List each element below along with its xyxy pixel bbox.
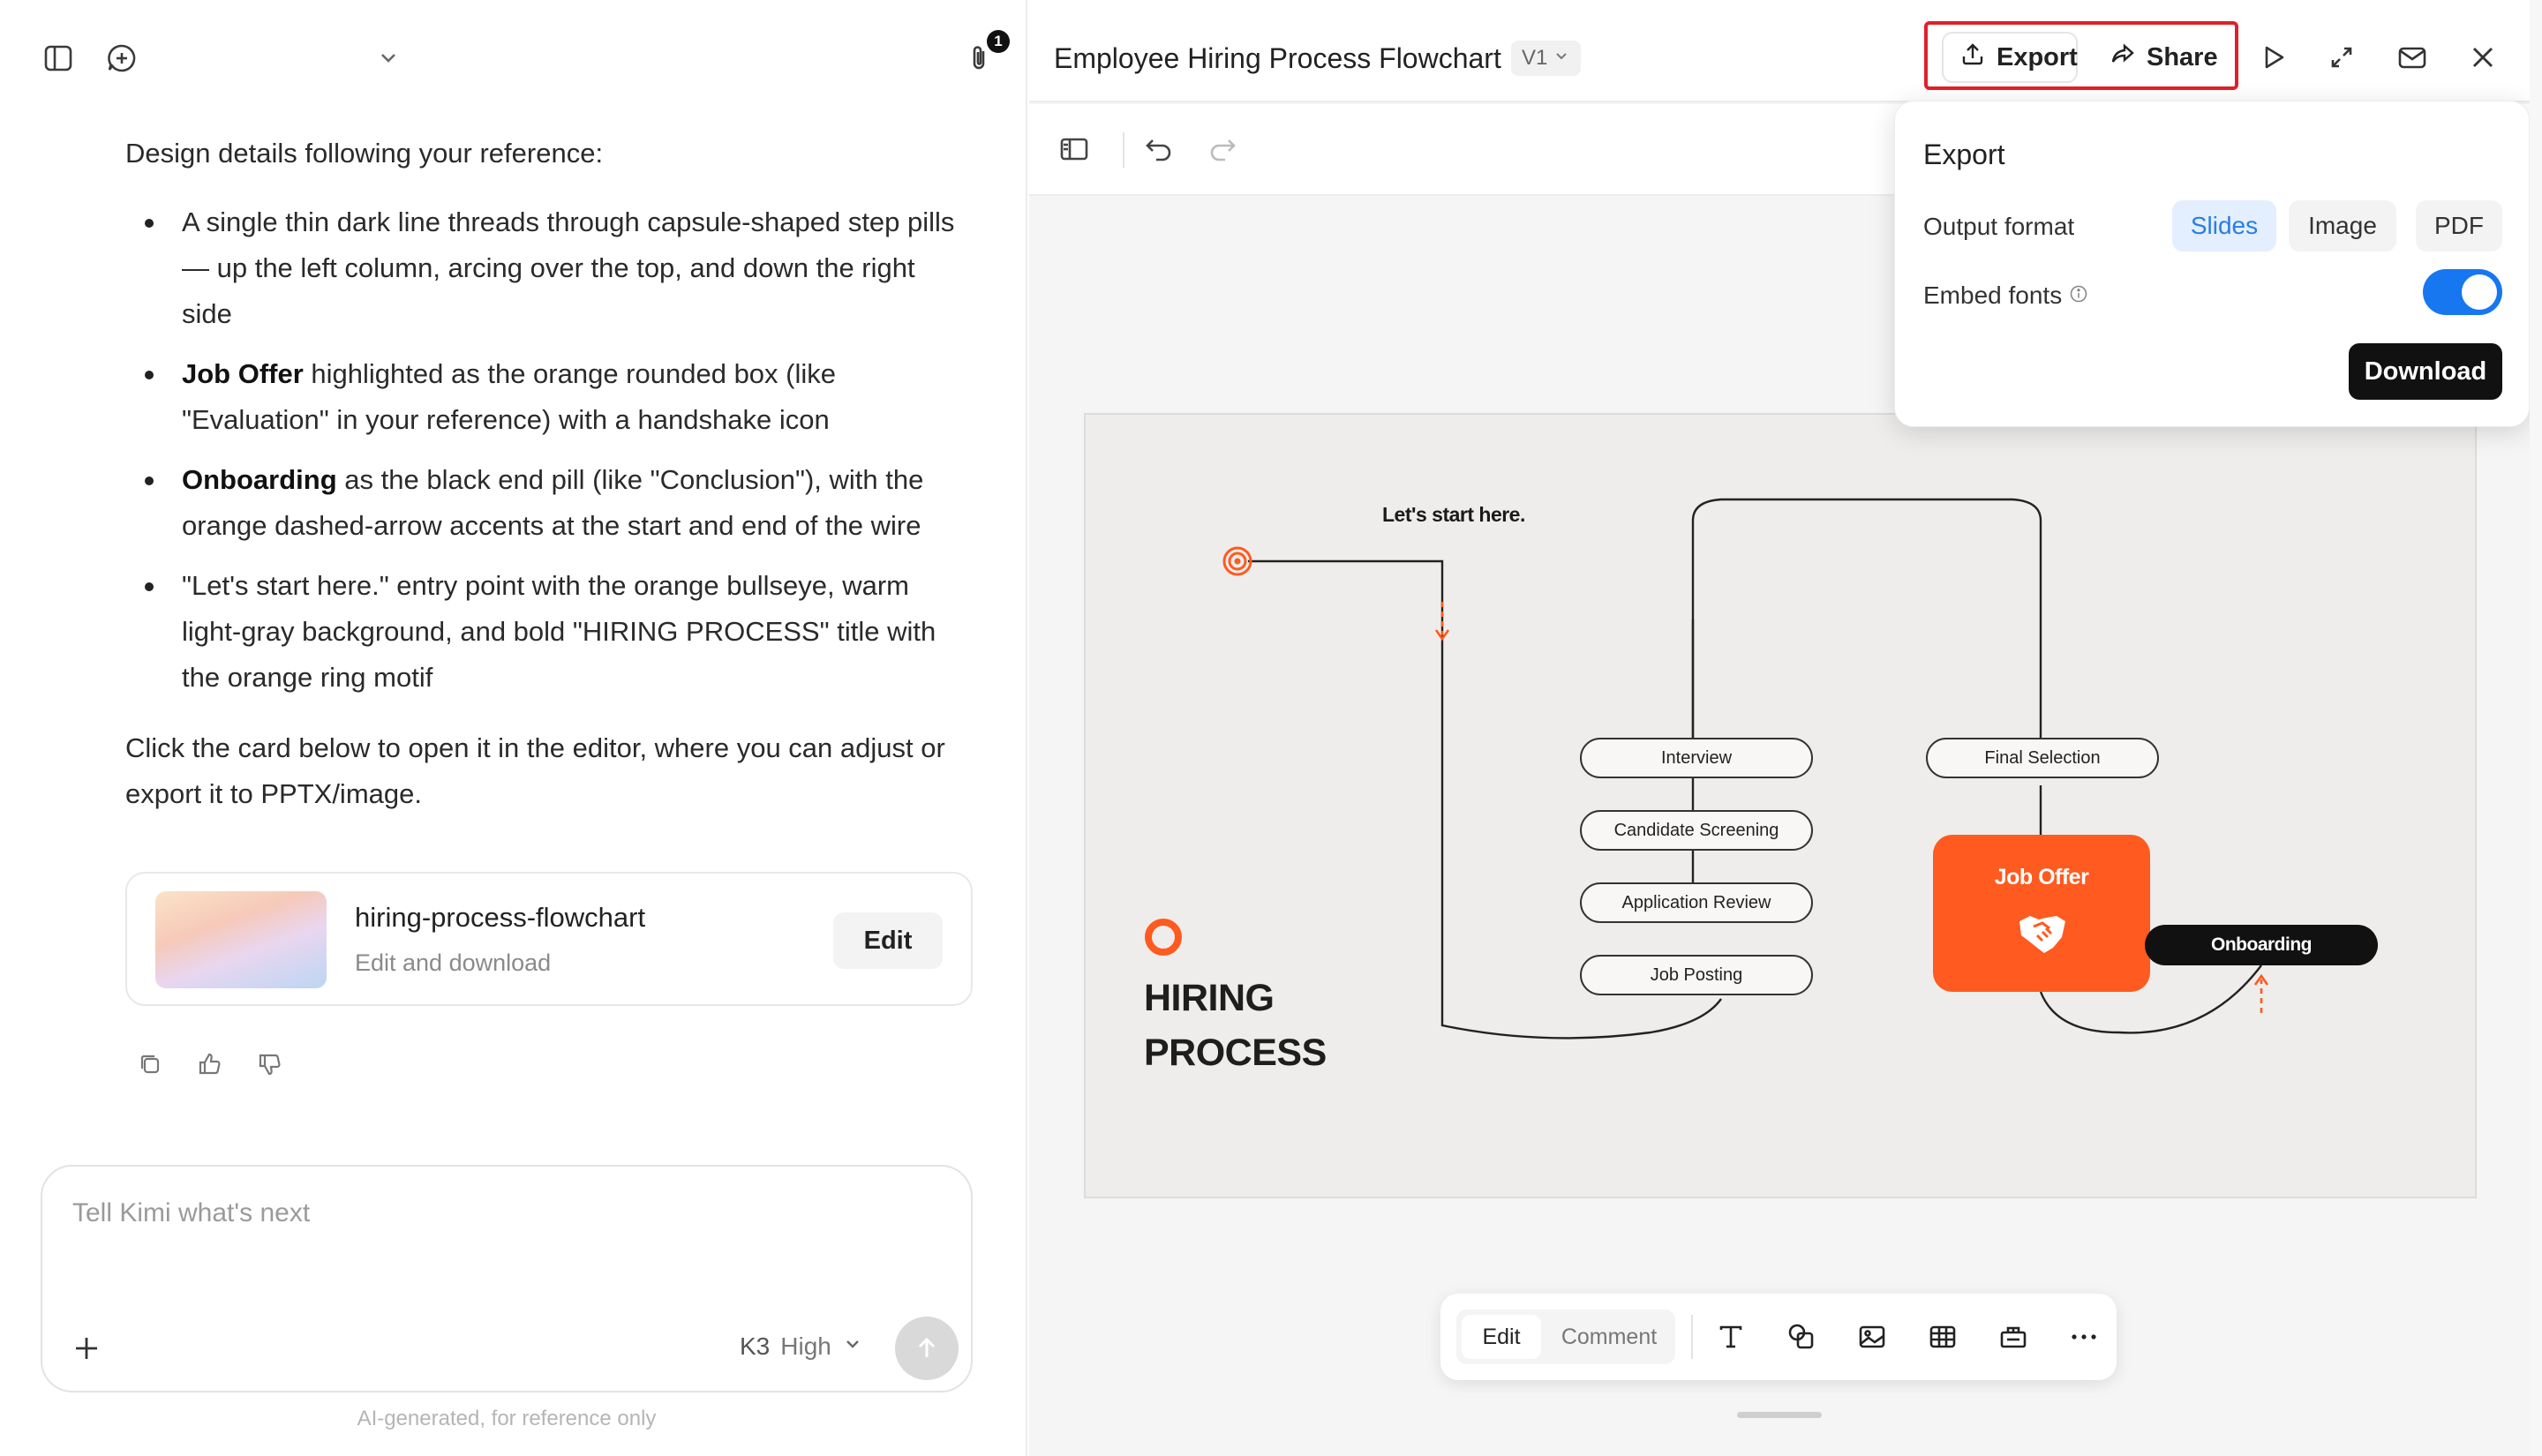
chart-icon[interactable]: [1997, 1320, 2030, 1354]
sidebar-toggle-icon[interactable]: [41, 41, 76, 76]
list-item: Job Offer highlighted as the orange roun…: [125, 351, 973, 443]
design-details-list: A single thin dark line threads through …: [125, 199, 973, 701]
version-selector[interactable]: V1: [1511, 41, 1582, 76]
fullscreen-icon[interactable]: [2325, 41, 2358, 74]
shapes-icon[interactable]: [1785, 1320, 1818, 1354]
job-offer-label: Job Offer: [1994, 865, 2089, 889]
version-label: V1: [1522, 46, 1548, 70]
share-icon: [2110, 41, 2136, 74]
model-name: K3: [740, 1332, 771, 1360]
info-icon[interactable]: [2069, 281, 2088, 310]
file-name: hiring-process-flowchart: [355, 902, 646, 933]
bottom-toolbar: Edit Comment: [1440, 1294, 2117, 1380]
document-title[interactable]: Employee Hiring Process Flowchart: [1054, 42, 1501, 75]
panel-toggle-icon[interactable]: [1057, 132, 1091, 166]
file-thumbnail: [155, 891, 327, 988]
step-candidate-screening: Candidate Screening: [1580, 810, 1813, 851]
list-item: "Let's start here." entry point with the…: [125, 563, 973, 701]
redo-icon[interactable]: [1206, 132, 1239, 166]
editor-header: Employee Hiring Process Flowchart V1 Exp…: [1029, 0, 2542, 102]
thumbs-down-icon[interactable]: [256, 1050, 284, 1078]
model-level: High: [780, 1332, 831, 1360]
message-outro: Click the card below to open it in the e…: [125, 732, 945, 809]
copy-icon[interactable]: [136, 1050, 164, 1078]
embed-fonts-label: Embed fonts: [1923, 281, 2063, 309]
undo-icon[interactable]: [1142, 132, 1176, 166]
share-button[interactable]: Share: [2092, 32, 2222, 83]
export-button[interactable]: Export: [1942, 32, 2078, 83]
resize-handle[interactable]: [1737, 1412, 1822, 1418]
onboarding-pill: Onboarding: [2145, 925, 2378, 965]
mode-switch: Edit Comment: [1456, 1310, 1675, 1364]
format-slides-option[interactable]: Slides: [2172, 200, 2276, 251]
thumbs-up-icon[interactable]: [196, 1050, 224, 1078]
download-button[interactable]: Download: [2349, 343, 2502, 400]
step-interview: Interview: [1580, 738, 1813, 778]
image-icon[interactable]: [1855, 1320, 1889, 1354]
slide-title-line-2: PROCESS: [1144, 1032, 1327, 1074]
slide-canvas[interactable]: Let's start here. Interview Candidate Sc…: [1084, 413, 2477, 1198]
mail-icon[interactable]: [2395, 41, 2429, 74]
message-intro: Design details following your reference:: [125, 138, 604, 169]
attachment-count-badge: 1: [987, 30, 1010, 53]
list-item: Onboarding as the black end pill (like "…: [125, 457, 973, 549]
play-icon[interactable]: [2256, 41, 2290, 74]
format-pdf-option[interactable]: PDF: [2416, 200, 2502, 251]
file-subtitle: Edit and download: [355, 949, 552, 976]
share-label: Share: [2147, 42, 2218, 71]
step-final-selection: Final Selection: [1926, 738, 2159, 778]
assistant-message: Design details following your reference:…: [125, 131, 973, 817]
flow-wire: [1145, 498, 2269, 1039]
table-icon[interactable]: [1926, 1320, 1959, 1354]
close-icon[interactable]: [2466, 41, 2500, 74]
divider: [1691, 1315, 1693, 1359]
model-selector[interactable]: K3 High: [740, 1332, 863, 1361]
chat-panel: 1 Design details following your referenc…: [0, 0, 1027, 1456]
new-chat-icon[interactable]: [104, 41, 139, 76]
chevron-down-icon: [842, 1332, 863, 1361]
step-application-review: Application Review: [1580, 882, 1813, 923]
export-title: Export: [1923, 139, 2005, 170]
upload-icon: [1959, 41, 1986, 74]
chevron-down-icon: [1553, 46, 1570, 71]
embed-fonts-toggle[interactable]: [2423, 269, 2502, 315]
output-format-label: Output format: [1923, 213, 2075, 240]
format-image-option[interactable]: Image: [2289, 200, 2396, 251]
send-button[interactable]: [895, 1317, 959, 1380]
window-edge: [2530, 0, 2542, 1456]
export-popover: Export Output format Slides Image PDF Em…: [1894, 101, 2530, 427]
chevron-down-icon[interactable]: [371, 41, 402, 76]
mode-comment-tab[interactable]: Comment: [1548, 1315, 1670, 1359]
message-input[interactable]: [72, 1198, 867, 1228]
add-attachment-button[interactable]: [69, 1331, 104, 1366]
edit-button[interactable]: Edit: [833, 912, 943, 969]
more-icon[interactable]: [2067, 1320, 2101, 1354]
handshake-icon: [2016, 907, 2069, 957]
slide-title-line-1: HIRING: [1144, 977, 1275, 1019]
divider: [1123, 132, 1124, 168]
step-job-posting: Job Posting: [1580, 955, 1813, 995]
mode-edit-tab[interactable]: Edit: [1462, 1315, 1541, 1359]
slide-title: HIRING PROCESS: [1144, 971, 1327, 1080]
job-offer-box: Job Offer: [1933, 835, 2150, 992]
embed-fonts-row: Embed fonts: [1923, 281, 2088, 310]
file-card[interactable]: hiring-process-flowchart Edit and downlo…: [125, 872, 973, 1006]
text-icon[interactable]: [1714, 1320, 1748, 1354]
start-label: Let's start here.: [1382, 503, 1525, 526]
chat-composer: K3 High: [41, 1165, 973, 1392]
export-label: Export: [1997, 42, 2078, 71]
list-item: A single thin dark line threads through …: [125, 199, 973, 337]
disclaimer: AI-generated, for reference only: [357, 1407, 657, 1430]
